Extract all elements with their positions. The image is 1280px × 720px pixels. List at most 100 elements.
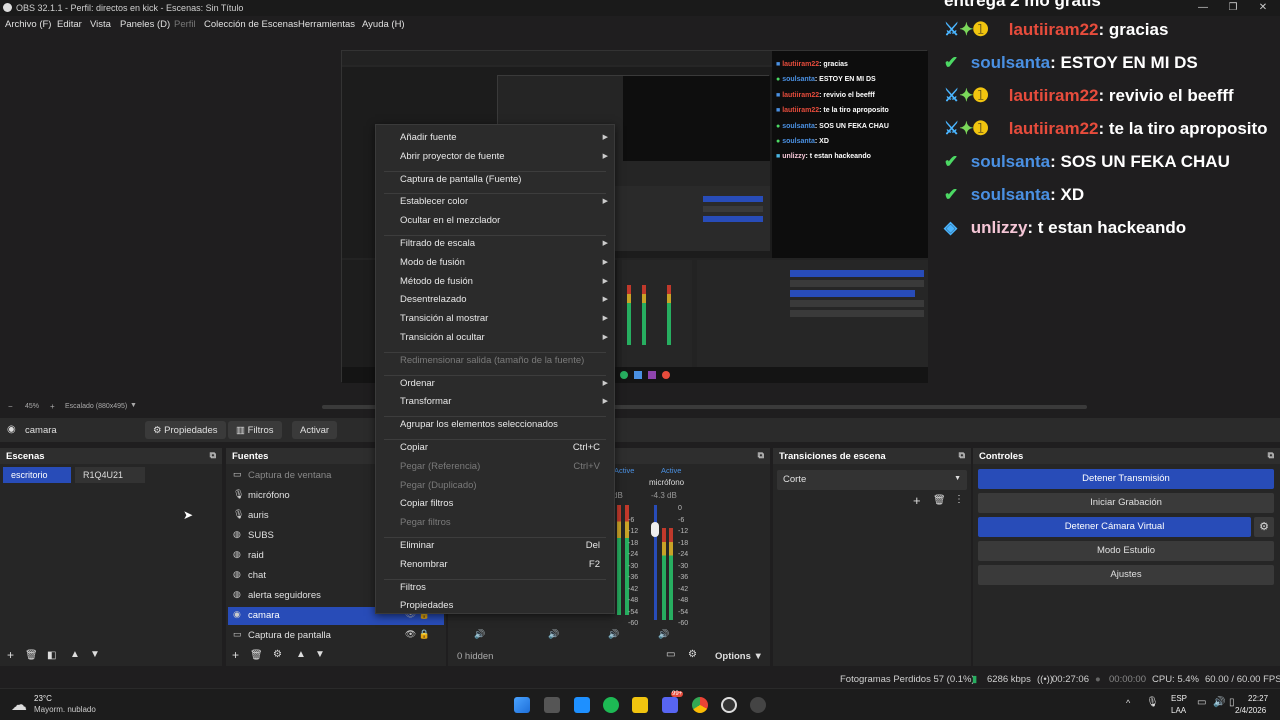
- mixer-layout-button[interactable]: ▭: [666, 649, 675, 660]
- menu-herramientas[interactable]: Herramientas: [298, 19, 355, 30]
- speaker-icon[interactable]: 🔊: [548, 629, 559, 640]
- stop-virtual-camera-button[interactable]: Detener Cámara Virtual: [978, 517, 1251, 537]
- add-source-button[interactable]: +: [232, 648, 239, 662]
- context-menu-item[interactable]: Copiar filtros: [400, 498, 453, 509]
- spotify-icon[interactable]: [603, 697, 619, 713]
- globe-icon: ◍: [233, 589, 241, 599]
- scene-item-r1q4u21[interactable]: R1Q4U21: [75, 467, 145, 483]
- move-up-button[interactable]: ▲: [296, 649, 306, 660]
- windows-start-icon[interactable]: [514, 697, 530, 713]
- submenu-arrow-icon: ▶: [602, 315, 608, 323]
- undock-icon[interactable]: ⧉: [1268, 450, 1274, 461]
- context-menu-item[interactable]: Captura de pantalla (Fuente): [400, 174, 521, 185]
- submenu-arrow-icon: ▶: [602, 134, 608, 141]
- context-menu-item[interactable]: Método de fusión: [400, 276, 473, 287]
- transition-select[interactable]: Corte ▼: [777, 470, 967, 490]
- undock-icon[interactable]: ⧉: [758, 450, 764, 461]
- speaker-icon[interactable]: 🔊: [608, 629, 619, 640]
- add-scene-button[interactable]: +: [7, 648, 14, 662]
- context-menu-item[interactable]: Transición al ocultar: [400, 332, 485, 343]
- add-transition-button[interactable]: +: [913, 493, 921, 508]
- language-code[interactable]: ESP: [1171, 694, 1187, 703]
- menu-vista[interactable]: Vista: [90, 19, 111, 30]
- start-recording-button[interactable]: Iniciar Grabación: [978, 493, 1274, 513]
- context-menu-item[interactable]: Establecer color: [400, 196, 468, 207]
- discord-icon[interactable]: 99+: [662, 691, 684, 713]
- mic-icon: 🎙: [233, 489, 245, 499]
- menu-coleccion-escenas[interactable]: Colección de Escenas: [204, 19, 298, 30]
- source-settings-button[interactable]: ⚙: [273, 649, 282, 660]
- chevron-down-icon[interactable]: ▼: [130, 402, 137, 409]
- menu-perfil[interactable]: Perfil: [174, 19, 196, 30]
- menu-paneles[interactable]: Paneles (D): [120, 19, 170, 30]
- context-menu-item[interactable]: Abrir proyector de fuente: [400, 151, 505, 162]
- zoom-out-button[interactable]: −: [8, 402, 13, 411]
- speaker-icon[interactable]: 🔊: [658, 629, 669, 640]
- media-player-icon[interactable]: [750, 697, 766, 713]
- file-explorer-icon[interactable]: [632, 697, 648, 713]
- meter-tick-label: -48: [628, 597, 639, 604]
- context-menu-item[interactable]: Filtrado de escala: [400, 238, 475, 249]
- signal-icon: ▮: [972, 674, 978, 685]
- context-menu-item[interactable]: Añadir fuente: [400, 132, 457, 143]
- context-menu-item[interactable]: Copiar: [400, 442, 428, 453]
- remove-source-button[interactable]: 🗑: [250, 650, 263, 661]
- context-menu-item[interactable]: Modo de fusión: [400, 257, 465, 268]
- task-view-icon[interactable]: [544, 697, 560, 713]
- remove-scene-button[interactable]: 🗑: [25, 650, 38, 661]
- scene-item-escritorio[interactable]: escritorio: [3, 467, 71, 483]
- scene-filters-button[interactable]: ◧: [47, 650, 56, 661]
- obs-taskbar-icon[interactable]: [721, 697, 737, 713]
- menu-editar[interactable]: Editar: [57, 19, 82, 30]
- mic-icon[interactable]: 🎙: [1146, 697, 1159, 708]
- visibility-lock-icon[interactable]: 👁 🔒: [405, 629, 430, 640]
- properties-button[interactable]: ⚙ Propiedades: [145, 421, 226, 439]
- menu-separator: [384, 578, 606, 580]
- zoom-in-button[interactable]: +: [50, 402, 55, 411]
- browser-icon[interactable]: [574, 697, 590, 713]
- chevron-up-icon[interactable]: ^: [1126, 698, 1130, 708]
- context-menu-item[interactable]: Ocultar en el mezclador: [400, 215, 500, 226]
- context-menu-item[interactable]: Renombrar: [400, 559, 448, 570]
- context-menu-item[interactable]: Ordenar: [400, 378, 435, 389]
- filters-button[interactable]: ▥ Filtros: [228, 421, 282, 439]
- options-dropdown[interactable]: Options ▼: [715, 651, 763, 662]
- source-item[interactable]: ▭ Captura de pantalla 👁 🔒: [228, 627, 444, 645]
- context-menu-item[interactable]: Agrupar los elementos seleccionados: [400, 419, 558, 430]
- volume-slider-handle[interactable]: [651, 522, 659, 537]
- menu-archivo[interactable]: Archivo (F): [5, 19, 51, 30]
- context-menu-item[interactable]: Desentrelazado: [400, 294, 467, 305]
- remove-transition-button[interactable]: 🗑: [933, 495, 946, 506]
- context-menu-item[interactable]: Transformar: [400, 396, 451, 407]
- undock-icon[interactable]: ⧉: [210, 450, 216, 461]
- more-options-icon[interactable]: ⋮: [954, 494, 964, 505]
- menu-separator: [384, 170, 606, 172]
- network-icon[interactable]: ▭: [1197, 697, 1206, 708]
- scale-label: Escalado (880x495): [65, 403, 128, 410]
- undock-icon[interactable]: ⧉: [959, 450, 965, 461]
- stop-streaming-button[interactable]: Detener Transmisión: [978, 469, 1274, 489]
- meter-tick-label: -18: [678, 539, 689, 547]
- clock-date[interactable]: 2/4/2026: [1235, 706, 1266, 715]
- speaker-icon[interactable]: 🔊: [474, 629, 485, 640]
- chrome-icon[interactable]: [692, 697, 708, 713]
- menu-ayuda[interactable]: Ayuda (H): [362, 19, 405, 30]
- activate-button[interactable]: Activar: [292, 421, 338, 439]
- studio-mode-button[interactable]: Modo Estudio: [978, 541, 1274, 561]
- context-menu-item[interactable]: Filtros: [400, 582, 426, 593]
- mixer-settings-button[interactable]: ⚙: [688, 649, 697, 660]
- keyboard-layout[interactable]: LAA: [1171, 706, 1186, 715]
- settings-button[interactable]: Ajustes: [978, 565, 1274, 585]
- context-menu-item[interactable]: Eliminar: [400, 540, 434, 551]
- battery-icon[interactable]: ▯: [1229, 697, 1235, 708]
- volume-icon[interactable]: 🔊: [1213, 697, 1225, 708]
- mixer-dock-footer: 0 hidden ▭ ⚙ Options ▼: [448, 646, 770, 666]
- move-down-button[interactable]: ▼: [90, 649, 100, 660]
- clock-time[interactable]: 22:27: [1248, 694, 1268, 703]
- move-down-button[interactable]: ▼: [315, 649, 325, 660]
- context-menu-item[interactable]: Propiedades: [400, 600, 453, 611]
- context-menu-item[interactable]: Transición al mostrar: [400, 313, 488, 324]
- virtual-camera-settings-gear-icon[interactable]: ⚙: [1254, 517, 1274, 537]
- move-up-button[interactable]: ▲: [70, 649, 80, 660]
- meter-tick-label: -36: [678, 574, 689, 581]
